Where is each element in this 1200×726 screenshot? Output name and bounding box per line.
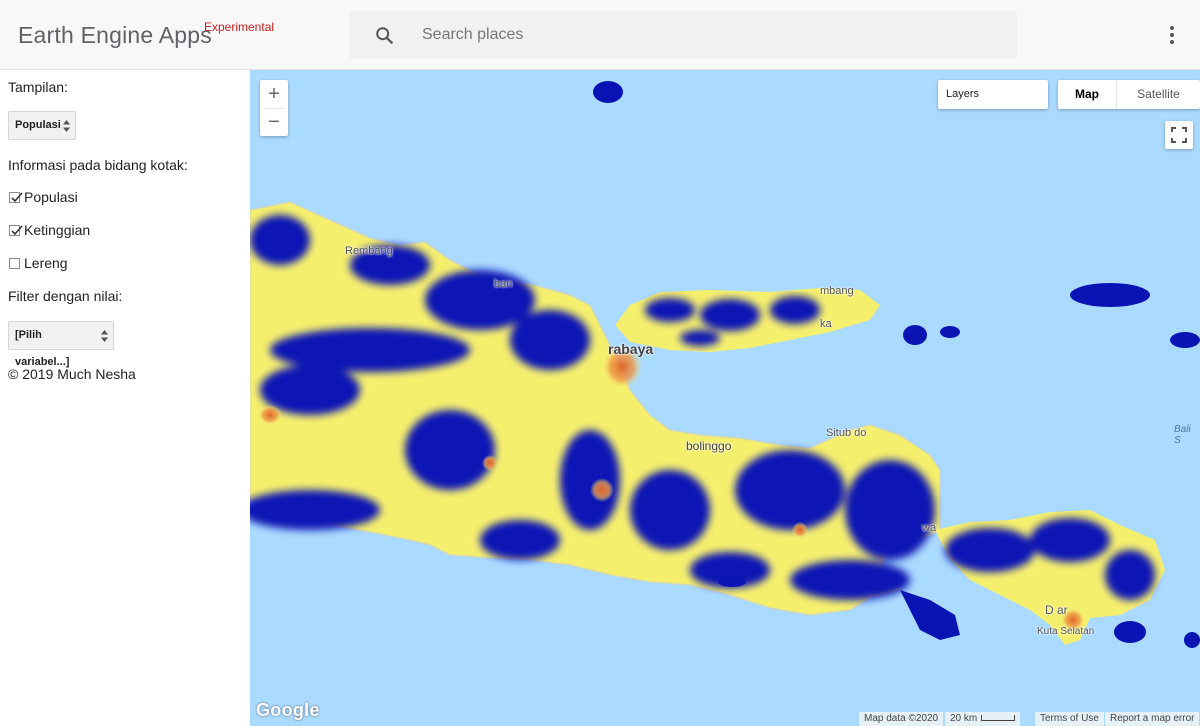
copyright-text: © 2019 Much Nesha [8,366,136,382]
map-type-control: Map Satellite [1058,80,1200,109]
fullscreen-button[interactable] [1165,121,1193,149]
label-wa: wa [922,522,937,534]
label-probolinggo: bolinggo [686,439,732,453]
scale-bar [981,715,1016,722]
checkbox-label: Populasi [24,189,78,205]
label-rembang: Rembang [345,245,393,257]
terms-link[interactable]: Terms of Use [1035,712,1104,726]
checkbox-box[interactable] [9,258,20,269]
label-tuban: ban [494,278,513,290]
map-attribution: Map data ©2020 [859,712,944,726]
checkmark-icon [11,192,23,203]
zoom-in-button[interactable]: + [260,80,288,108]
grid-info-label: Informasi pada bidang kotak: [8,157,188,173]
label-denpasar: D ar [1045,603,1068,617]
display-select-value: Populasi [15,119,61,131]
checkmark-icon [11,225,23,236]
map-type-satellite-button[interactable]: Satellite [1116,80,1200,109]
map-scale[interactable]: 20 km [945,712,1021,726]
fullscreen-icon [1171,127,1187,143]
checkbox-box[interactable] [9,192,23,203]
madura-island [615,288,880,352]
search-box[interactable] [350,11,1017,59]
app-header: Earth Engine Apps Experimental [0,0,1200,70]
search-input[interactable] [422,11,992,59]
checkbox-label: Ketinggian [24,222,91,238]
zoom-control: + − [260,80,288,136]
filter-label: Filter dengan nilai: [8,288,123,304]
experimental-badge: Experimental [204,20,275,34]
zoom-out-button[interactable]: − [260,108,288,136]
select-arrows-icon [63,120,70,132]
report-error-link[interactable]: Report a map error [1105,712,1200,726]
checkbox-box[interactable] [9,225,23,236]
display-select[interactable]: Populasi [8,111,76,140]
label-kuta-selatan: Kuta Selatan [1037,626,1095,637]
label-ka: ka [820,318,832,330]
display-label: Tampilan: [8,79,68,95]
app-title[interactable]: Earth Engine Apps [18,22,212,49]
map-canvas[interactable]: Rembang ban rabaya mbang ka bolinggo Sit… [250,70,1200,726]
map-type-map-button[interactable]: Map [1058,80,1116,109]
more-vert-icon[interactable] [1162,24,1182,46]
layers-button[interactable]: Layers [938,80,1048,109]
select-arrows-icon [101,330,108,342]
filter-select[interactable]: [Pilih variabel...] [8,321,114,368]
filter-select-value: [Pilih variabel...] [15,329,70,368]
control-panel: Tampilan: Populasi Informasi pada bidang… [0,70,250,726]
search-icon[interactable] [374,25,396,47]
google-logo: Google [256,700,320,720]
label-situbondo: Situb do [826,427,867,439]
label-surabaya: rabaya [608,341,654,357]
label-sumenep: mbang [820,285,854,297]
scale-label: 20 km [950,713,978,724]
checkbox-label: Lereng [24,255,68,271]
label-bali-sea: Bali S [1174,424,1191,446]
